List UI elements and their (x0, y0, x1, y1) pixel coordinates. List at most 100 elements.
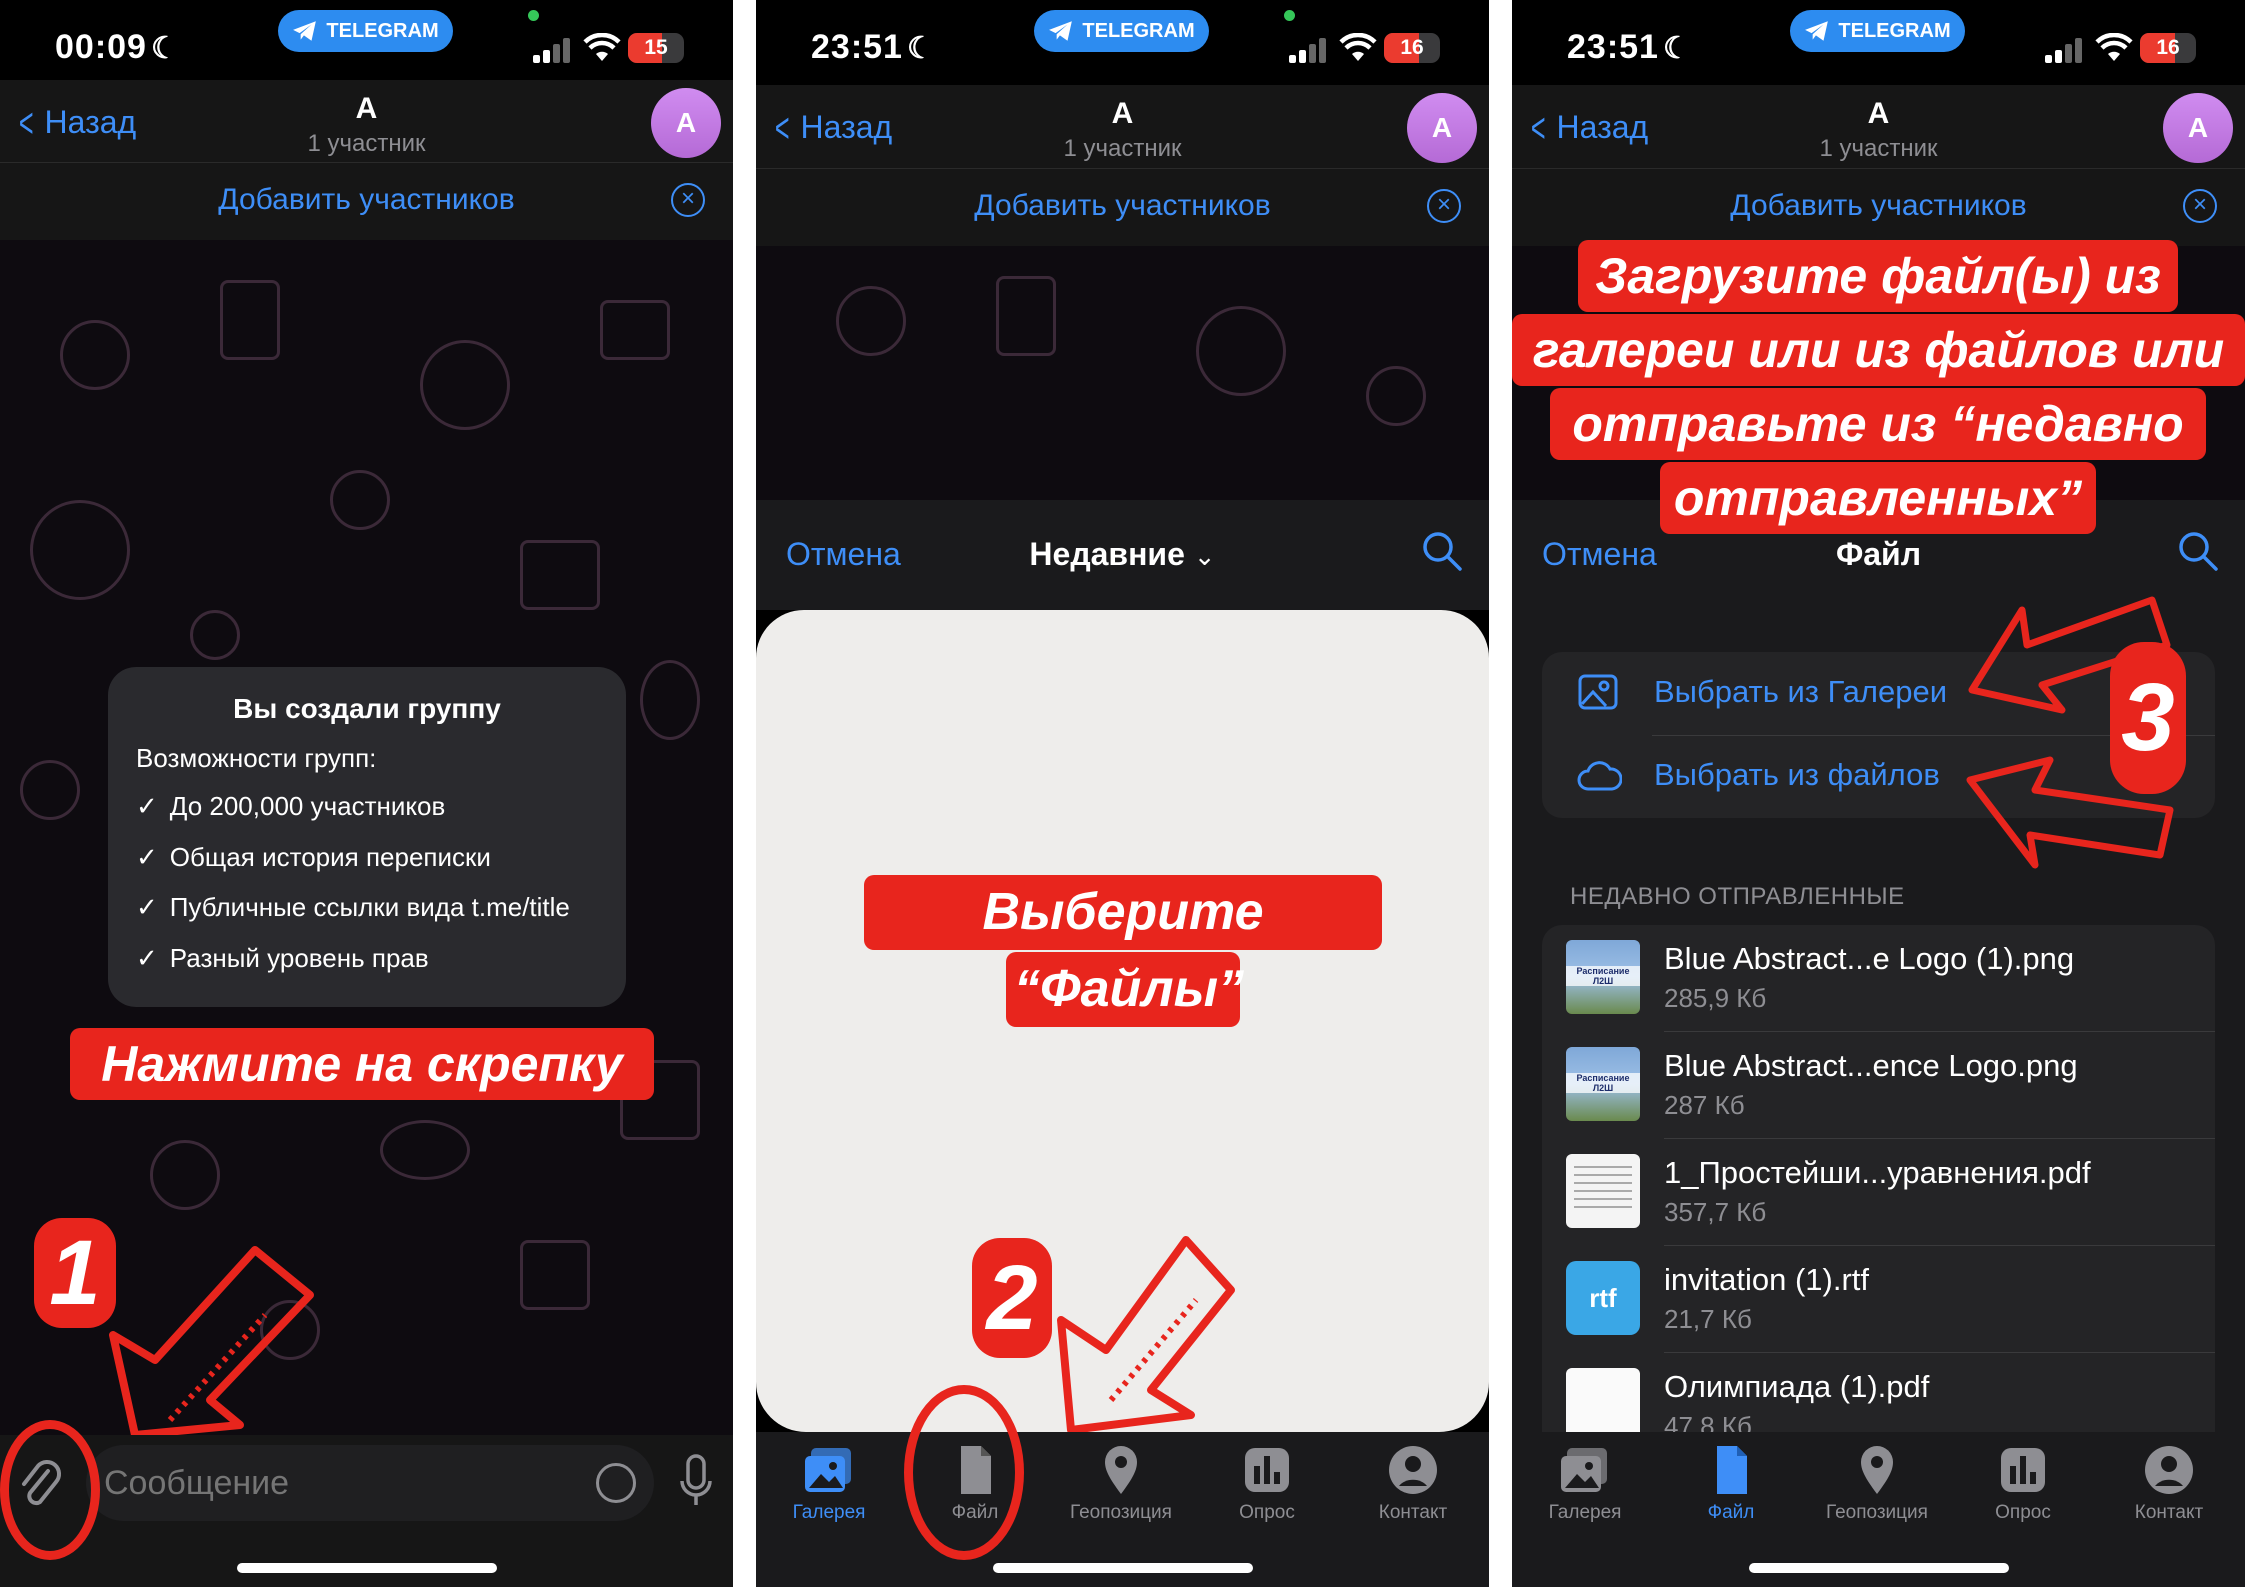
tab-poll[interactable]: Опрос (1950, 1444, 2096, 1524)
recent-files-list: Расписание Л2Ш Blue Abstract...e Logo (1)… (1542, 925, 2215, 1445)
file-name: Blue Abstract...ence Logo.png (1664, 1048, 2078, 1083)
add-members-link[interactable]: Добавить участников (0, 183, 733, 217)
signal-icon (1289, 37, 1329, 63)
document-thumbnail (1566, 1368, 1640, 1442)
file-name: Олимпиада (1).pdf (1664, 1369, 1930, 1404)
sticker-icon[interactable] (596, 1463, 636, 1503)
file-size: 287 Кб (1664, 1090, 1745, 1120)
highlight-circle (904, 1385, 1024, 1560)
add-members-link[interactable]: Добавить участников (756, 189, 1489, 223)
chat-title[interactable]: A (1512, 97, 2245, 131)
file-name: 1_Простейши...уравнения.pdf (1664, 1155, 2091, 1190)
signal-icon (533, 37, 573, 63)
telegram-pill[interactable]: TELEGRAM (1790, 10, 1965, 52)
chevron-down-icon: ⌄ (1193, 541, 1216, 571)
arrow-annotation (109, 1246, 314, 1439)
highlight-circle (0, 1420, 100, 1560)
gallery-icon (1561, 1448, 1607, 1492)
chat-subtitle: 1 участник (1063, 135, 1182, 162)
poll-icon (2001, 1448, 2045, 1492)
message-input[interactable] (104, 1445, 544, 1521)
chat-header: < Назад A 1 участник A (756, 85, 1489, 170)
group-info-subtitle: Возможности групп: (136, 743, 377, 773)
avatar[interactable]: A (2163, 93, 2233, 163)
close-icon[interactable]: × (671, 183, 705, 217)
avatar[interactable]: A (1407, 93, 1477, 163)
screenshot-panel-3: 23:51 ☾ TELEGRAM 16 < Назад A 1 участник A… (1512, 0, 2245, 1587)
step3-annotation: отправьте из “недавно (1550, 388, 2206, 460)
tab-poll[interactable]: Опрос (1194, 1444, 1340, 1524)
wifi-icon (1339, 33, 1377, 61)
arrow-annotation (1057, 1236, 1235, 1434)
battery-icon: 16 (1384, 33, 1440, 63)
close-icon[interactable]: × (2183, 189, 2217, 223)
status-time: 23:51 ☾ (1567, 28, 1691, 66)
file-size: 21,7 Кб (1664, 1304, 1752, 1334)
tab-contact[interactable]: Контакт (2096, 1444, 2242, 1524)
status-time: 23:51 ☾ (811, 28, 935, 66)
poll-icon (1245, 1448, 1289, 1492)
step2-annotation: “Файлы” (1006, 952, 1244, 1027)
file-icon (1717, 1446, 1747, 1494)
sheet-title: Файл (1835, 536, 1922, 572)
checkmark-icon: ✓ (136, 791, 158, 821)
step1-annotation: Нажмите на скрепку (70, 1028, 654, 1100)
tab-gallery[interactable]: Галерея (1512, 1444, 1658, 1524)
gallery-icon (805, 1448, 851, 1492)
moon-icon: ☾ (906, 32, 935, 65)
image-icon (1578, 674, 1618, 710)
message-input-bar (0, 1435, 733, 1587)
step3-annotation: Загрузите файл(ы) из (1578, 240, 2178, 312)
file-name: invitation (1).rtf (1664, 1262, 1870, 1297)
group-feature-item: ✓ Общая история переписки (136, 842, 491, 872)
home-indicator (992, 1563, 1253, 1573)
list-item[interactable]: Расписание Л2Ш Blue Abstract...ence Logo.… (1542, 1032, 2215, 1139)
group-feature-item: ✓ Разный уровень прав (136, 943, 429, 973)
list-item[interactable]: 1_Простейши...уравнения.pdf 357,7 Кб (1542, 1139, 2215, 1246)
close-icon[interactable]: × (1427, 189, 1461, 223)
document-thumbnail (1566, 1154, 1640, 1228)
location-icon (1861, 1446, 1893, 1494)
cloud-icon (1577, 761, 1622, 791)
battery-icon: 16 (2140, 33, 2196, 63)
attachment-tab-bar: Галерея Файл Геопозиция Опрос Контакт (756, 1432, 1489, 1587)
checkmark-icon: ✓ (136, 943, 158, 973)
tab-location[interactable]: Геопозиция (1804, 1444, 1950, 1524)
contact-icon (1389, 1446, 1437, 1494)
chat-title[interactable]: A (756, 97, 1489, 131)
wifi-icon (583, 33, 621, 61)
add-members-link[interactable]: Добавить участников (1512, 189, 2245, 223)
location-icon (1105, 1446, 1137, 1494)
mic-indicator-dot (1284, 10, 1295, 21)
image-thumbnail: Расписание Л2Ш (1566, 1047, 1640, 1121)
attachment-tab-bar: Галерея Файл Геопозиция Опрос Контакт (1512, 1432, 2245, 1587)
tab-file[interactable]: Файл (1658, 1444, 1804, 1524)
step2-number: 2 (972, 1238, 1052, 1358)
list-item[interactable]: rtf invitation (1).rtf 21,7 Кб (1542, 1246, 2215, 1353)
file-size: 285,9 Кб (1664, 983, 1767, 1013)
group-feature-item: ✓ Публичные ссылки вида t.me/title (136, 892, 570, 922)
chat-title[interactable]: A (0, 92, 733, 126)
checkmark-icon: ✓ (136, 892, 158, 922)
list-item[interactable]: Расписание Л2Ш Blue Abstract...e Logo (1)… (1542, 925, 2215, 1032)
home-indicator (1748, 1563, 2009, 1573)
status-bar: 23:51 ☾ TELEGRAM 16 (1512, 0, 2245, 95)
screenshot-panel-1: 00:09 ☾ TELEGRAM 15 < Назад A 1 участник A… (0, 0, 733, 1587)
recents-album-selector[interactable]: Недавние ⌄ (756, 536, 1489, 573)
step3-annotation: галереи или из файлов или (1512, 314, 2245, 386)
search-icon[interactable] (1421, 530, 1463, 572)
step3-annotation: отправленных” (1660, 462, 2096, 534)
group-feature-item: ✓ До 200,000 участников (136, 791, 446, 821)
search-icon[interactable] (2177, 530, 2219, 572)
home-indicator (236, 1563, 497, 1573)
microphone-icon[interactable] (679, 1453, 713, 1509)
telegram-icon (1049, 21, 1073, 41)
moon-icon: ☾ (1662, 32, 1691, 65)
avatar[interactable]: A (651, 88, 721, 158)
tab-location[interactable]: Геопозиция (1048, 1444, 1194, 1524)
tab-contact[interactable]: Контакт (1340, 1444, 1486, 1524)
status-time: 00:09 ☾ (55, 28, 179, 66)
telegram-pill[interactable]: TELEGRAM (1034, 10, 1209, 52)
tab-gallery[interactable]: Галерея (756, 1444, 902, 1524)
telegram-pill[interactable]: TELEGRAM (278, 10, 453, 52)
